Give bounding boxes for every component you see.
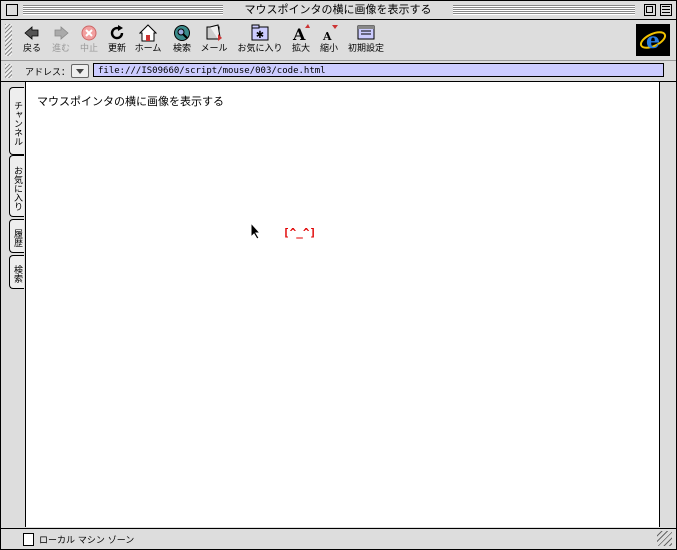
resize-handle[interactable]: [657, 531, 672, 546]
back-arrow-icon: [23, 24, 41, 42]
stop-button[interactable]: 中止: [77, 24, 101, 58]
tab-favorites[interactable]: お気に入り: [9, 155, 24, 217]
title-bar[interactable]: マウスポインタの横に画像を表示する: [1, 1, 676, 20]
close-box[interactable]: [6, 4, 18, 16]
favorites-button[interactable]: ✱ お気に入り: [235, 24, 285, 58]
tab-history[interactable]: 履歴: [9, 219, 24, 253]
mail-icon: [205, 24, 223, 42]
browser-window: マウスポインタの横に画像を表示する 戻る 進む 中止 更新 ホーム 検索 メール…: [0, 0, 677, 550]
ie-e-icon: e: [639, 28, 667, 54]
search-button[interactable]: 検索: [169, 24, 195, 58]
zoom-box[interactable]: [644, 4, 656, 16]
preferences-label: 初期設定: [347, 44, 384, 54]
zone-icon: [23, 533, 34, 546]
toolbar-grip[interactable]: [5, 24, 12, 56]
mouse-pointer-icon: [250, 222, 262, 240]
home-label: ホーム: [134, 44, 162, 54]
refresh-label: 更新: [107, 44, 126, 54]
text-smaller-icon: A: [320, 24, 338, 43]
page-content: マウスポインタの横に画像を表示する [^_^]: [25, 82, 659, 527]
address-label: アドレス：: [25, 68, 71, 78]
title-stripes-left: [23, 5, 223, 15]
favorites-icon: ✱: [251, 24, 269, 42]
address-history-dropdown[interactable]: [71, 64, 89, 78]
refresh-icon: [108, 24, 126, 42]
text-smaller-label: 縮小: [319, 44, 338, 54]
text-smaller-button[interactable]: A 縮小: [318, 24, 340, 58]
text-larger-icon: A: [292, 24, 310, 44]
mail-label: メール: [200, 44, 228, 54]
text-larger-button[interactable]: A 拡大: [290, 24, 312, 58]
toolbar: 戻る 進む 中止 更新 ホーム 検索 メール ✱ お気に入り A 拡大 A 縮小…: [1, 20, 676, 61]
tab-channels[interactable]: チャンネル: [9, 87, 24, 155]
forward-arrow-icon: [52, 24, 70, 42]
preferences-icon: [357, 24, 375, 42]
collapse-box[interactable]: [660, 4, 672, 16]
window-title: マウスポインタの横に画像を表示する: [223, 2, 453, 18]
stop-icon: [80, 24, 98, 42]
search-label: 検索: [172, 44, 191, 54]
security-zone-text: ローカル マシン ゾーン: [39, 536, 135, 546]
svg-text:A: A: [322, 30, 332, 42]
svg-text:e: e: [646, 28, 660, 54]
ie-logo[interactable]: e: [636, 24, 670, 56]
back-button[interactable]: 戻る: [19, 24, 45, 58]
preferences-button[interactable]: 初期設定: [346, 24, 386, 58]
favorites-label: お気に入り: [237, 44, 283, 54]
svg-text:✱: ✱: [256, 30, 264, 41]
address-grip[interactable]: [5, 64, 12, 78]
search-icon: [173, 24, 191, 42]
refresh-button[interactable]: 更新: [105, 24, 129, 58]
forward-label: 進む: [51, 44, 70, 54]
text-larger-label: 拡大: [291, 44, 310, 54]
address-bar: アドレス： file:///IS09660/script/mouse/003/c…: [1, 61, 676, 82]
stop-label: 中止: [79, 44, 98, 54]
title-stripes-right: [453, 5, 635, 15]
vertical-scrollbar[interactable]: [659, 82, 676, 527]
mail-button[interactable]: メール: [199, 24, 229, 58]
home-button[interactable]: ホーム: [133, 24, 163, 58]
forward-button[interactable]: 進む: [47, 24, 75, 58]
svg-text:A: A: [292, 25, 306, 42]
tab-search[interactable]: 検索: [9, 255, 24, 289]
address-input[interactable]: file:///IS09660/script/mouse/003/code.ht…: [93, 63, 664, 77]
page-text: マウスポインタの横に画像を表示する: [37, 95, 224, 108]
follow-image: [^_^]: [283, 226, 317, 239]
back-label: 戻る: [22, 44, 41, 54]
home-icon: [138, 24, 158, 42]
status-bar: ローカル マシン ゾーン: [1, 528, 676, 549]
